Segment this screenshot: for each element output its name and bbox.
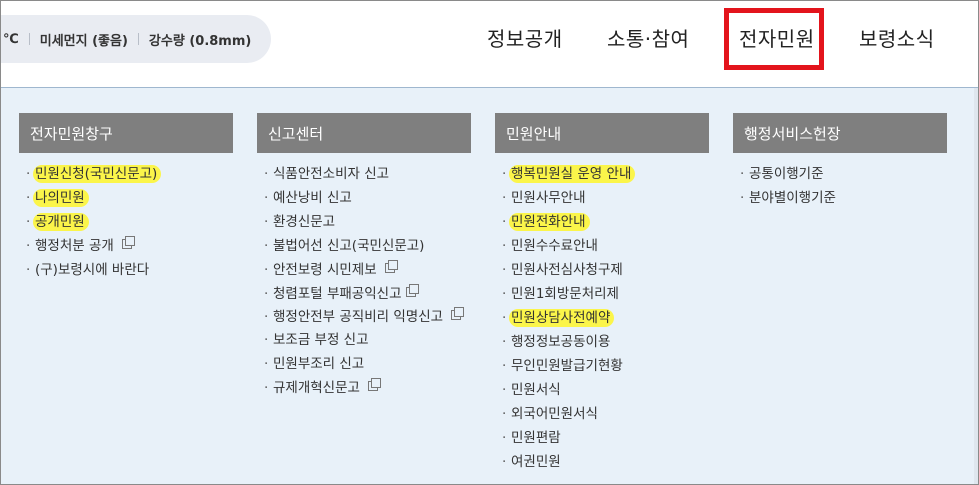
menu-item-label: 민원편람 [511,430,561,446]
menu-item-label: 행정처분 공개 [35,238,114,254]
menu-item[interactable]: 공통이행기준 [733,162,947,186]
site-header: ℃ 미세먼지 (좋음) 강수량 (0.8mm) 정보공개 소통·참여 전자민원 … [1,1,978,87]
divider [28,33,30,45]
divider [137,33,139,45]
menu-item-label: 식품안전소비자 신고 [273,166,390,182]
menu-item[interactable]: 민원전화안내 [495,210,709,234]
menu-item-label: 예산낭비 신고 [273,190,352,206]
menu-item[interactable]: 민원수수료안내 [495,234,709,258]
menu-item[interactable]: 안전보령 시민제보 [257,258,471,282]
mega-menu: 전자민원창구 민원신청(국민신문고) 나의민원 공개민원 행정처분 공개 (구)… [1,88,978,484]
menu-item-label: (구)보령시에 바란다 [35,262,150,278]
new-window-icon [405,284,419,297]
highlighted-label: 민원전화안내 [509,213,590,231]
menu-item-label: 행정안전부 공직비리 익명신고 [273,309,444,325]
menu-item-label: 보조금 부정 신고 [273,332,369,348]
menu-item-label: 안전보령 시민제보 [273,262,377,278]
new-window-icon [451,307,465,320]
menu-item[interactable]: 민원부조리 신고 [257,352,471,376]
menu-item[interactable]: 외국어민원서식 [495,402,709,426]
menu-item[interactable]: 민원편람 [495,426,709,450]
menu-item-label: 민원1회방문처리제 [511,286,619,302]
menu-item[interactable]: 행복민원실 운영 안내 [495,162,709,186]
menu-item[interactable]: 규제개혁신문고 [257,376,471,400]
menu-item[interactable]: 민원사무안내 [495,186,709,210]
menu-item[interactable]: (구)보령시에 바란다 [19,258,233,282]
nav-communication[interactable]: 소통·참여 [607,23,689,52]
menu-column-title[interactable]: 민원안내 [495,113,709,153]
menu-item[interactable]: 나의민원 [19,186,233,210]
menu-item-label: 민원서식 [511,382,561,398]
menu-item[interactable]: 행정처분 공개 [19,234,233,258]
menu-item[interactable]: 여권민원 [495,450,709,474]
menu-column-title[interactable]: 신고센터 [257,113,471,153]
menu-item-label: 민원사무안내 [511,190,586,206]
menu-item[interactable]: 민원1회방문처리제 [495,282,709,306]
menu-item-label: 불법어선 신고(국민신문고) [273,238,425,254]
menu-item[interactable]: 보조금 부정 신고 [257,328,471,352]
menu-column-title[interactable]: 행정서비스헌장 [733,113,947,153]
menu-item[interactable]: 행정안전부 공직비리 익명신고 [257,306,465,328]
menu-item[interactable]: 공개민원 [19,210,233,234]
menu-item[interactable]: 행정정보공동이용 [495,330,709,354]
menu-item-label: 규제개혁신문고 [273,380,360,396]
menu-item[interactable]: 분야별이행기준 [733,186,947,210]
nav-info-disclosure[interactable]: 정보공개 [487,23,563,52]
new-window-icon [367,378,381,391]
menu-item-label: 행정정보공동이용 [511,334,611,350]
menu-item-label: 여권민원 [511,454,561,470]
temperature-unit: ℃ [3,31,19,47]
highlighted-label: 공개민원 [33,213,89,231]
fine-dust-status: 미세먼지 (좋음) [39,33,128,49]
menu-column-service-charter: 행정서비스헌장 공통이행기준 분야별이행기준 [733,113,947,210]
menu-item[interactable]: 예산낭비 신고 [257,186,471,210]
scrollbar[interactable] [974,88,978,484]
menu-item-label: 무인민원발급기현황 [511,358,623,374]
highlighted-label: 나의민원 [33,189,89,207]
menu-item-label: 민원수수료안내 [511,238,598,254]
menu-item[interactable]: 민원상담사전예약 [495,306,709,330]
menu-item-label: 민원사전심사청구제 [511,262,623,278]
menu-item[interactable]: 무인민원발급기현황 [495,354,709,378]
menu-item-label: 공통이행기준 [749,166,824,182]
menu-item-label: 청렴포털 부패공익신고 [273,286,402,302]
menu-column-report-center: 신고센터 식품안전소비자 신고 예산낭비 신고 환경신문고 불법어선 신고(국민… [257,113,471,400]
annotation-highlight-box [724,8,824,70]
menu-item[interactable]: 식품안전소비자 신고 [257,162,471,186]
menu-column-title[interactable]: 전자민원창구 [19,113,233,153]
menu-item[interactable]: 청렴포털 부패공익신고 [257,282,471,306]
menu-item-label: 외국어민원서식 [511,406,598,422]
highlighted-label: 행복민원실 운영 안내 [509,165,636,183]
menu-item[interactable]: 민원서식 [495,378,709,402]
weather-bar: ℃ 미세먼지 (좋음) 강수량 (0.8mm) [1,15,271,63]
menu-item-label: 분야별이행기준 [749,190,836,206]
menu-item-label: 민원부조리 신고 [273,356,365,372]
new-window-icon [121,236,135,249]
menu-column-e-civil-window: 전자민원창구 민원신청(국민신문고) 나의민원 공개민원 행정처분 공개 (구)… [19,113,233,282]
highlighted-label: 민원상담사전예약 [509,309,615,327]
rainfall-status: 강수량 (0.8mm) [148,33,252,49]
new-window-icon [384,260,398,273]
menu-item-label: 환경신문고 [273,214,336,230]
browser-frame: ℃ 미세먼지 (좋음) 강수량 (0.8mm) 정보공개 소통·참여 전자민원 … [0,0,979,485]
nav-boryeong-news[interactable]: 보령소식 [859,23,935,52]
menu-item[interactable]: 불법어선 신고(국민신문고) [257,234,471,258]
highlighted-label: 민원신청(국민신문고) [33,165,162,183]
menu-item[interactable]: 민원신청(국민신문고) [19,162,233,186]
menu-item[interactable]: 환경신문고 [257,210,471,234]
menu-item[interactable]: 민원사전심사청구제 [495,258,709,282]
menu-column-civil-guide: 민원안내 행복민원실 운영 안내 민원사무안내 민원전화안내 민원수수료안내 민… [495,113,709,474]
